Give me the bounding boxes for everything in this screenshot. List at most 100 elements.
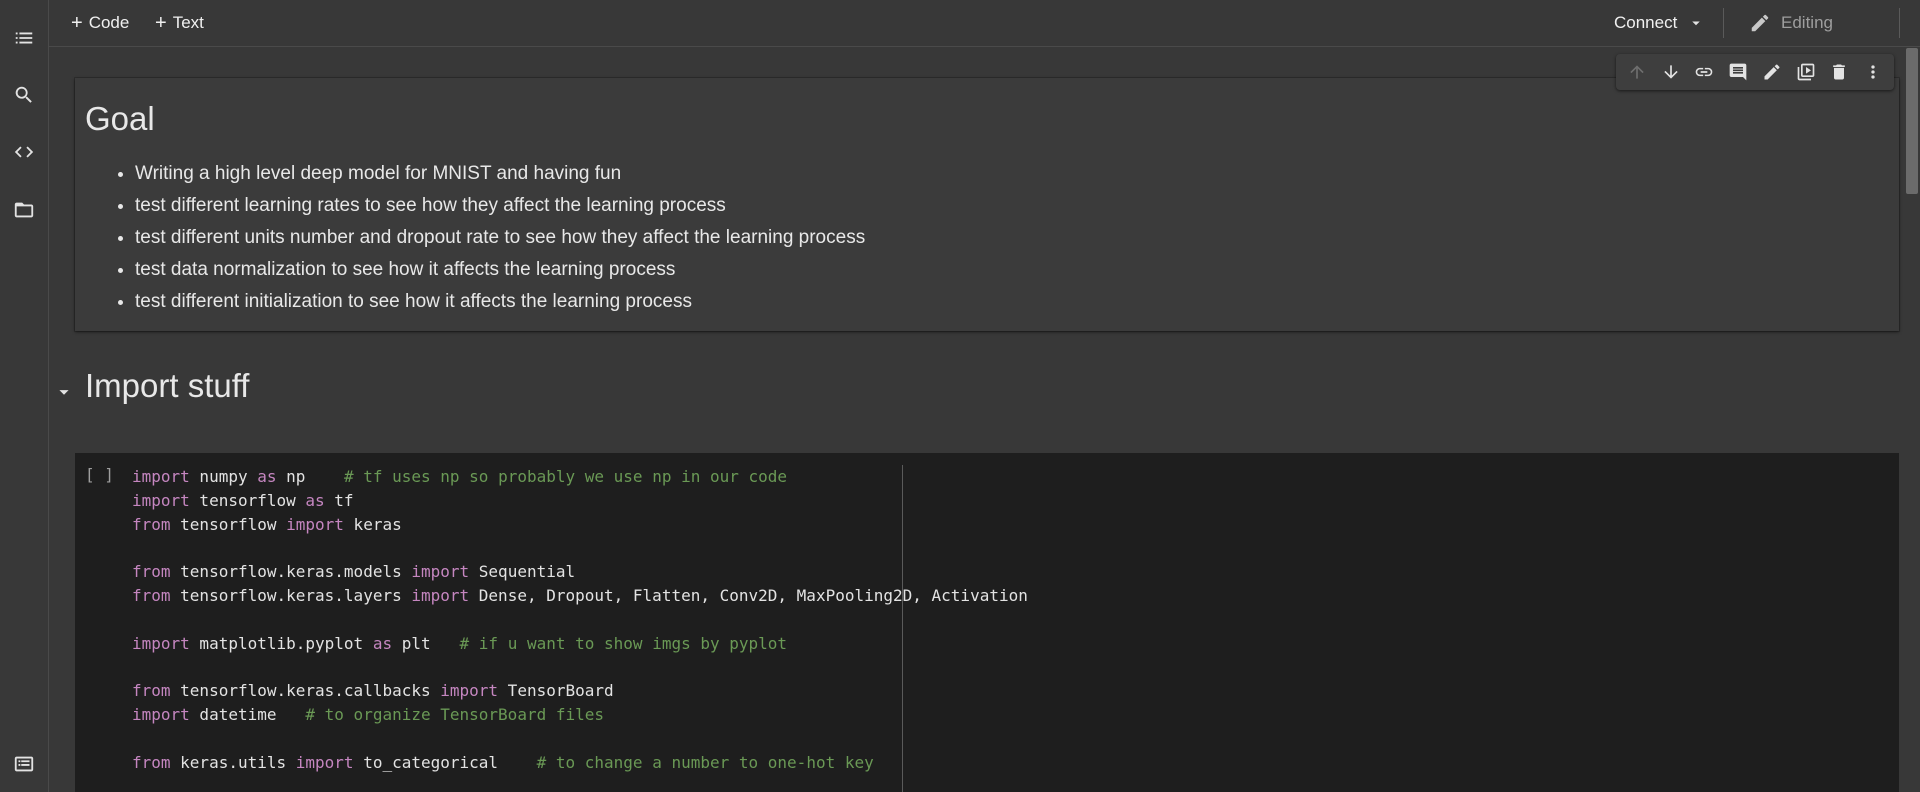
delete-cell-button[interactable]	[1824, 57, 1854, 87]
edit-icon	[1764, 64, 1780, 80]
code-keyword: as	[372, 633, 393, 653]
code-line: import numpy as np # tf uses np so proba…	[132, 465, 1028, 489]
code-text: keras	[343, 514, 402, 534]
code-line: import datetime # to organize TensorBoar…	[132, 703, 1028, 727]
code-text: tensorflow.keras.layers	[170, 585, 412, 605]
code-keyword: from	[132, 681, 171, 701]
add-code-button[interactable]: + Code	[71, 8, 129, 38]
code-comment: # to change a number to one-hot key	[536, 752, 874, 772]
code-line: from tensorflow import keras	[132, 513, 1028, 537]
goal-list: Writing a high level deep model for MNIS…	[85, 158, 865, 318]
code-text: np	[276, 467, 344, 486]
more-icon	[1871, 65, 1875, 79]
move-up-icon	[1630, 65, 1644, 79]
code-text: tensorflow	[189, 490, 306, 510]
top-toolbar: + Code + Text Connect Editing	[49, 0, 1920, 47]
code-keyword: from	[132, 752, 171, 772]
code-text: tensorflow.keras.callbacks	[170, 681, 441, 701]
code-keyword: import	[440, 681, 499, 701]
comment-icon	[1729, 63, 1747, 81]
list-item: test different initialization to see how…	[135, 286, 865, 318]
editing-mode-button[interactable]: Editing	[1749, 8, 1833, 38]
list-item: test data normalization to see how it af…	[135, 254, 865, 286]
more-actions-button[interactable]	[1858, 57, 1888, 87]
move-down-icon	[1663, 65, 1678, 79]
code-cell[interactable]: [ ] import numpy as np # tf uses np so p…	[75, 453, 1899, 792]
code-text: to_categorical	[353, 752, 537, 772]
mirror-cell-icon	[1797, 63, 1814, 81]
dropdown-arrow-icon	[1692, 21, 1701, 26]
toolbar-divider	[1899, 8, 1900, 38]
add-comment-button[interactable]	[1723, 57, 1753, 87]
delete-icon	[1833, 64, 1846, 80]
code-keyword: from	[132, 514, 171, 534]
code-line: from tensorflow.keras.layers import Dens…	[132, 584, 1028, 608]
code-line: from tensorflow.keras.callbacks import T…	[132, 679, 1028, 703]
table-of-contents-button[interactable]	[0, 18, 48, 58]
search-icon	[15, 86, 32, 103]
add-text-button[interactable]: + Text	[155, 8, 204, 38]
code-line: import tensorflow as tf	[132, 489, 1028, 513]
code-keyword: import	[132, 490, 190, 510]
toolbar-divider	[1723, 8, 1724, 38]
list-item: Writing a high level deep model for MNIS…	[135, 158, 865, 190]
code-keyword: import	[286, 514, 344, 534]
code-snippets-icon	[14, 146, 34, 158]
move-cell-up-button[interactable]	[1622, 57, 1652, 87]
code-keyword: import	[411, 585, 470, 605]
edit-cell-button[interactable]	[1757, 57, 1787, 87]
files-button[interactable]	[0, 190, 48, 230]
move-cell-down-button[interactable]	[1656, 57, 1686, 87]
code-line: from keras.utils import to_categorical #…	[132, 751, 1028, 775]
code-keyword: import	[132, 704, 190, 724]
scrollbar-thumb[interactable]	[1906, 48, 1918, 194]
run-cell-button[interactable]: [ ]	[85, 465, 114, 484]
code-comment: # tf uses np so probably we use np in ou…	[343, 467, 788, 486]
code-text: numpy	[189, 467, 258, 486]
cell-toolbar	[1616, 54, 1894, 90]
code-text: datetime	[189, 704, 306, 724]
code-keyword: import	[411, 562, 470, 582]
code-keyword: as	[305, 490, 325, 510]
terminal-button[interactable]	[0, 744, 48, 784]
section-collapse-toggle[interactable]	[52, 380, 76, 404]
caret-down-icon	[59, 390, 69, 395]
copy-link-button[interactable]	[1689, 57, 1719, 87]
code-keyword: import	[295, 752, 354, 772]
code-text: TensorBoard	[498, 681, 614, 701]
link-icon	[1696, 67, 1713, 77]
code-keyword: import	[132, 467, 190, 486]
section-heading: Import stuff	[85, 367, 250, 404]
list-item: test different units number and dropout …	[135, 222, 865, 254]
code-text: tensorflow.keras.models	[170, 562, 412, 582]
code-keyword: from	[132, 562, 171, 582]
code-line: from tensorflow.keras.models import Sequ…	[132, 560, 1028, 584]
code-keyword: as	[257, 467, 277, 486]
code-text: keras.utils	[170, 752, 296, 772]
code-text: plt	[392, 633, 460, 653]
plus-icon: +	[71, 11, 83, 34]
pencil-icon	[1751, 14, 1769, 32]
code-text: Dense, Dropout, Flatten, Conv2D, MaxPool…	[469, 585, 1028, 605]
cell-heading: Goal	[85, 100, 155, 137]
list-item: test different learning rates to see how…	[135, 190, 865, 222]
plus-icon: +	[155, 11, 167, 34]
code-snippets-button[interactable]	[0, 132, 48, 172]
code-text: tensorflow	[170, 514, 287, 534]
text-cell-goal[interactable]: Goal Writing a high level deep model for…	[75, 78, 1899, 331]
code-editor[interactable]: import numpy as np # tf uses np so proba…	[132, 465, 1028, 774]
mirror-cell-button[interactable]	[1791, 57, 1821, 87]
table-of-contents-icon	[15, 32, 33, 44]
search-button[interactable]	[0, 75, 48, 115]
code-line: import matplotlib.pyplot as plt # if u w…	[132, 632, 1028, 656]
code-comment: # to organize TensorBoard files	[305, 704, 605, 724]
connect-button[interactable]: Connect	[1614, 8, 1705, 38]
code-keyword: from	[132, 585, 171, 605]
terminal-icon	[14, 756, 34, 772]
code-text: Sequential	[469, 562, 576, 582]
code-keyword: import	[132, 633, 190, 653]
code-text: tf	[324, 490, 354, 510]
